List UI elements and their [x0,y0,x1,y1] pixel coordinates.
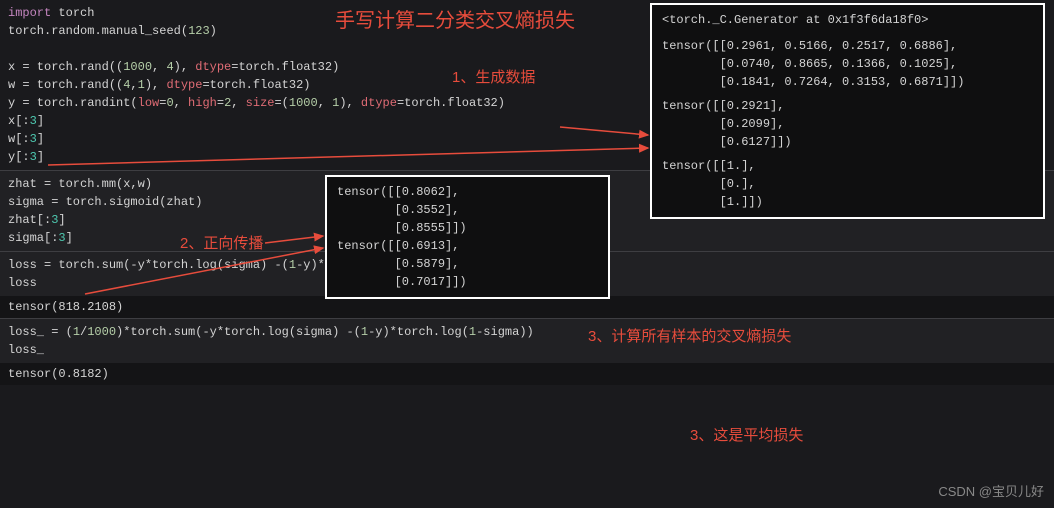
annotation-step3: 3、计算所有样本的交叉熵损失 [588,325,791,346]
output-cell-4: tensor(0.8182) [0,363,1054,385]
annotation-title: 手写计算二分类交叉熵损失 [335,4,575,33]
output-text: tensor(818.2108) [8,300,1046,314]
output-box-right: <torch._C.Generator at 0x1f3f6da18f0> te… [650,3,1045,219]
watermark: CSDN @宝贝儿好 [938,481,1044,500]
output-text: tensor(0.8182) [8,367,1046,381]
line-1: loss_ = (1/1000)*torch.sum(-y*torch.log(… [8,323,1046,341]
line-2: loss_ [8,341,1046,359]
annotation-step1: 1、生成数据 [452,66,535,87]
annotation-step2: 2、正向传播 [180,232,263,253]
output-box-middle: tensor([[0.8062], [0.3552], [0.8555]]) t… [325,175,610,299]
code-cell-4: loss_ = (1/1000)*torch.sum(-y*torch.log(… [0,318,1054,363]
annotation-step4: 3、这是平均损失 [690,424,803,445]
output-cell-3: tensor(818.2108) [0,296,1054,318]
